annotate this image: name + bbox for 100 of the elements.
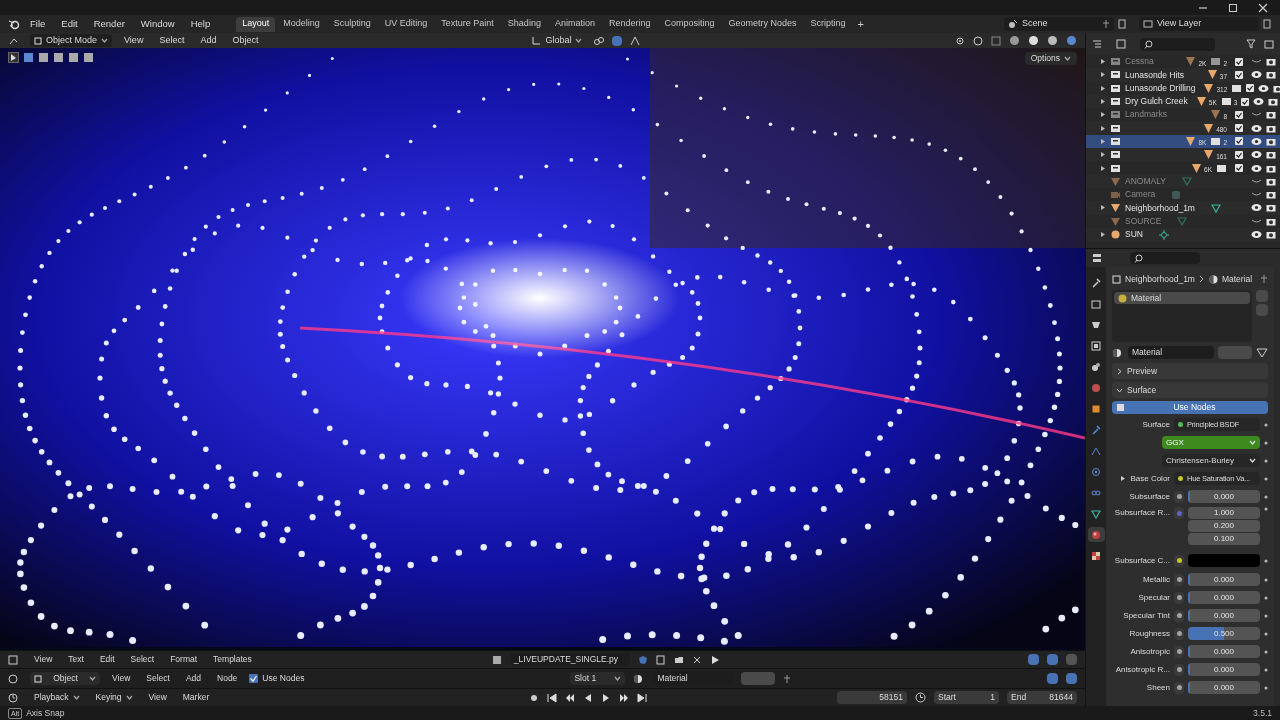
socket-button[interactable] — [1174, 645, 1184, 658]
checkbox[interactable] — [1246, 84, 1255, 93]
node-tree-icon[interactable] — [1256, 347, 1268, 358]
checkbox[interactable] — [1241, 97, 1250, 106]
syntax-toggle[interactable] — [1066, 654, 1077, 665]
camera-icon[interactable] — [1266, 57, 1276, 67]
socket-button[interactable] — [1174, 609, 1184, 622]
socket-button[interactable] — [1174, 591, 1184, 604]
number-field[interactable]: 1.000 — [1188, 507, 1260, 519]
pin-icon[interactable] — [783, 673, 792, 684]
camera-icon[interactable] — [1266, 190, 1276, 200]
workspace-tab[interactable]: Modeling — [277, 16, 326, 32]
line-numbers-toggle[interactable] — [1028, 654, 1039, 665]
camera-icon[interactable] — [1273, 83, 1280, 93]
menu-item[interactable]: Select — [142, 672, 174, 685]
checkbox[interactable] — [1235, 150, 1243, 159]
object-dropdown[interactable]: Object — [30, 672, 100, 685]
socket-button[interactable] — [1174, 573, 1184, 586]
selection-mode-icon[interactable] — [23, 52, 34, 63]
search-field[interactable] — [1130, 252, 1200, 264]
menu-item[interactable]: View — [120, 33, 148, 48]
menu-item[interactable]: Window — [134, 16, 181, 32]
menu-item[interactable]: Object — [228, 33, 263, 48]
expand-icon[interactable] — [1120, 475, 1127, 482]
workspace-tab[interactable]: Texture Paint — [435, 16, 500, 32]
workspace-tab[interactable]: Layout — [236, 16, 276, 32]
panel-header[interactable]: Preview — [1112, 363, 1268, 379]
material-browse-icon[interactable] — [1112, 347, 1124, 358]
jump-start-icon[interactable] — [547, 692, 558, 703]
eye-icon[interactable] — [1251, 150, 1262, 160]
workspace-tab[interactable]: Scripting — [804, 16, 852, 32]
camera-icon[interactable] — [1266, 110, 1276, 120]
selection-mode-icon[interactable] — [68, 52, 79, 63]
text-file-icon[interactable] — [491, 654, 502, 665]
cursor-tool-icon[interactable] — [8, 52, 19, 63]
keyframe-dot-icon[interactable] — [1264, 440, 1268, 445]
properties-tab[interactable] — [1087, 527, 1105, 542]
shading-mode-icon[interactable] — [1009, 35, 1020, 46]
number-field[interactable]: 0.100 — [1188, 533, 1260, 545]
use-nodes-checkbox[interactable]: Use Nodes — [249, 672, 305, 685]
eye-icon[interactable] — [1258, 83, 1270, 93]
menu-item[interactable]: Select — [155, 33, 189, 48]
workspace-tab[interactable]: Compositing — [658, 16, 721, 32]
camera-icon[interactable] — [1266, 123, 1276, 133]
scene-field[interactable]: Scene — [1004, 17, 1114, 31]
end-frame-field[interactable]: End 81644 — [1007, 691, 1077, 704]
add-workspace-button[interactable]: + — [853, 15, 868, 33]
record-icon[interactable] — [529, 692, 540, 703]
menu-item[interactable]: Node — [213, 672, 242, 685]
keyframe-dot-icon[interactable] — [1264, 577, 1268, 582]
workspace-tab[interactable]: Rendering — [602, 16, 657, 32]
pivot-icon[interactable] — [594, 35, 605, 46]
keyframe-dot-icon[interactable] — [1264, 667, 1268, 672]
play-reverse-icon[interactable] — [583, 692, 594, 703]
menu-item[interactable]: Format — [166, 653, 202, 666]
keyframe-dot-icon[interactable] — [1264, 558, 1268, 563]
menu-item[interactable]: Text — [64, 653, 88, 666]
value-slider[interactable]: 0.000 — [1188, 681, 1260, 694]
play-icon[interactable] — [709, 654, 720, 665]
value-slider[interactable]: 0.000 — [1188, 490, 1260, 503]
value-slider[interactable]: 0.000 — [1188, 663, 1260, 676]
workspace-tab[interactable]: Animation — [548, 16, 601, 32]
selection-mode-icon[interactable] — [53, 52, 64, 63]
keyframe-dot-icon[interactable] — [1264, 494, 1268, 499]
copy-icon[interactable] — [655, 654, 666, 665]
camera-icon[interactable] — [1266, 230, 1276, 239]
search-field[interactable] — [1140, 37, 1215, 51]
menu-item[interactable]: Add — [196, 33, 221, 48]
workspace-tab[interactable]: Shading — [501, 16, 547, 32]
menu-item[interactable]: File — [24, 16, 52, 32]
menu-item[interactable]: Edit — [55, 16, 84, 32]
selection-mode-icon[interactable] — [83, 52, 94, 63]
menu-item[interactable]: Add — [181, 672, 206, 685]
panel-header[interactable]: Surface — [1112, 382, 1268, 398]
next-keyframe-icon[interactable] — [619, 692, 630, 703]
material-name-field[interactable]: Material — [1128, 346, 1214, 359]
previous-keyframe-icon[interactable] — [565, 692, 576, 703]
shield-icon[interactable] — [637, 654, 648, 665]
jump-end-icon[interactable] — [637, 692, 648, 703]
camera-icon[interactable] — [1266, 136, 1276, 146]
checkbox[interactable] — [1235, 110, 1243, 119]
menu-item[interactable]: Help — [184, 16, 217, 32]
mode-dropdown[interactable]: Object Mode — [30, 34, 113, 47]
socket-button[interactable] — [1174, 627, 1184, 640]
eye-icon[interactable] — [1251, 136, 1262, 146]
menu-item[interactable]: Render — [87, 16, 131, 32]
number-field[interactable]: 0.200 — [1188, 520, 1260, 532]
overlay-toggle[interactable] — [1066, 673, 1077, 684]
socket-button[interactable] — [1174, 554, 1184, 567]
value-slider[interactable]: 0.000 — [1188, 645, 1260, 658]
copy-icon[interactable] — [1263, 19, 1272, 29]
start-frame-field[interactable]: Start 1 — [934, 691, 999, 704]
menu-item[interactable]: Marker — [178, 691, 214, 704]
maximize-icon[interactable] — [1228, 2, 1238, 13]
proportional-edit-icon[interactable] — [630, 35, 641, 46]
snap-toggle[interactable] — [1047, 673, 1058, 684]
snap-toggle[interactable] — [612, 35, 623, 46]
checkbox[interactable] — [1235, 164, 1243, 172]
menu-item[interactable]: Select — [126, 653, 159, 666]
keyframe-dot-icon[interactable] — [1264, 613, 1268, 618]
